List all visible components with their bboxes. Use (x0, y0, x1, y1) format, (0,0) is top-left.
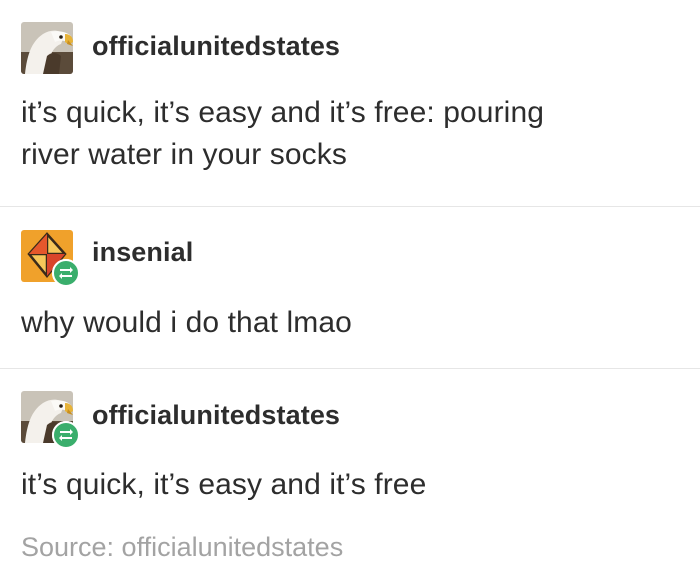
post-username[interactable]: officialunitedstates (92, 31, 340, 62)
reblog-icon (52, 421, 80, 449)
post-3: officialunitedstates it’s quick, it’s ea… (0, 369, 700, 576)
post-text: it’s quick, it’s easy and it’s free: pou… (21, 92, 544, 176)
bald-eagle-avatar[interactable] (21, 22, 73, 74)
post-text-line: it’s quick, it’s easy and it’s free: pou… (21, 96, 545, 129)
post-2: insenial why would i do that lmao (0, 207, 700, 367)
post-text-line: it’s quick, it’s easy and it’s free (21, 468, 427, 501)
post-username[interactable]: insenial (92, 237, 193, 268)
post-1: officialunitedstates it’s quick, it’s ea… (0, 0, 700, 205)
source-link[interactable]: Source: officialunitedstates (21, 532, 343, 563)
post-username[interactable]: officialunitedstates (92, 400, 340, 431)
post-text: why would i do that lmao (21, 302, 352, 344)
post-text-line: why would i do that lmao (21, 306, 352, 339)
post-text-line: river water in your socks (21, 138, 347, 171)
post-text: it’s quick, it’s easy and it’s free (21, 464, 426, 506)
bald-eagle-icon (21, 22, 73, 74)
reblog-icon (52, 259, 80, 287)
